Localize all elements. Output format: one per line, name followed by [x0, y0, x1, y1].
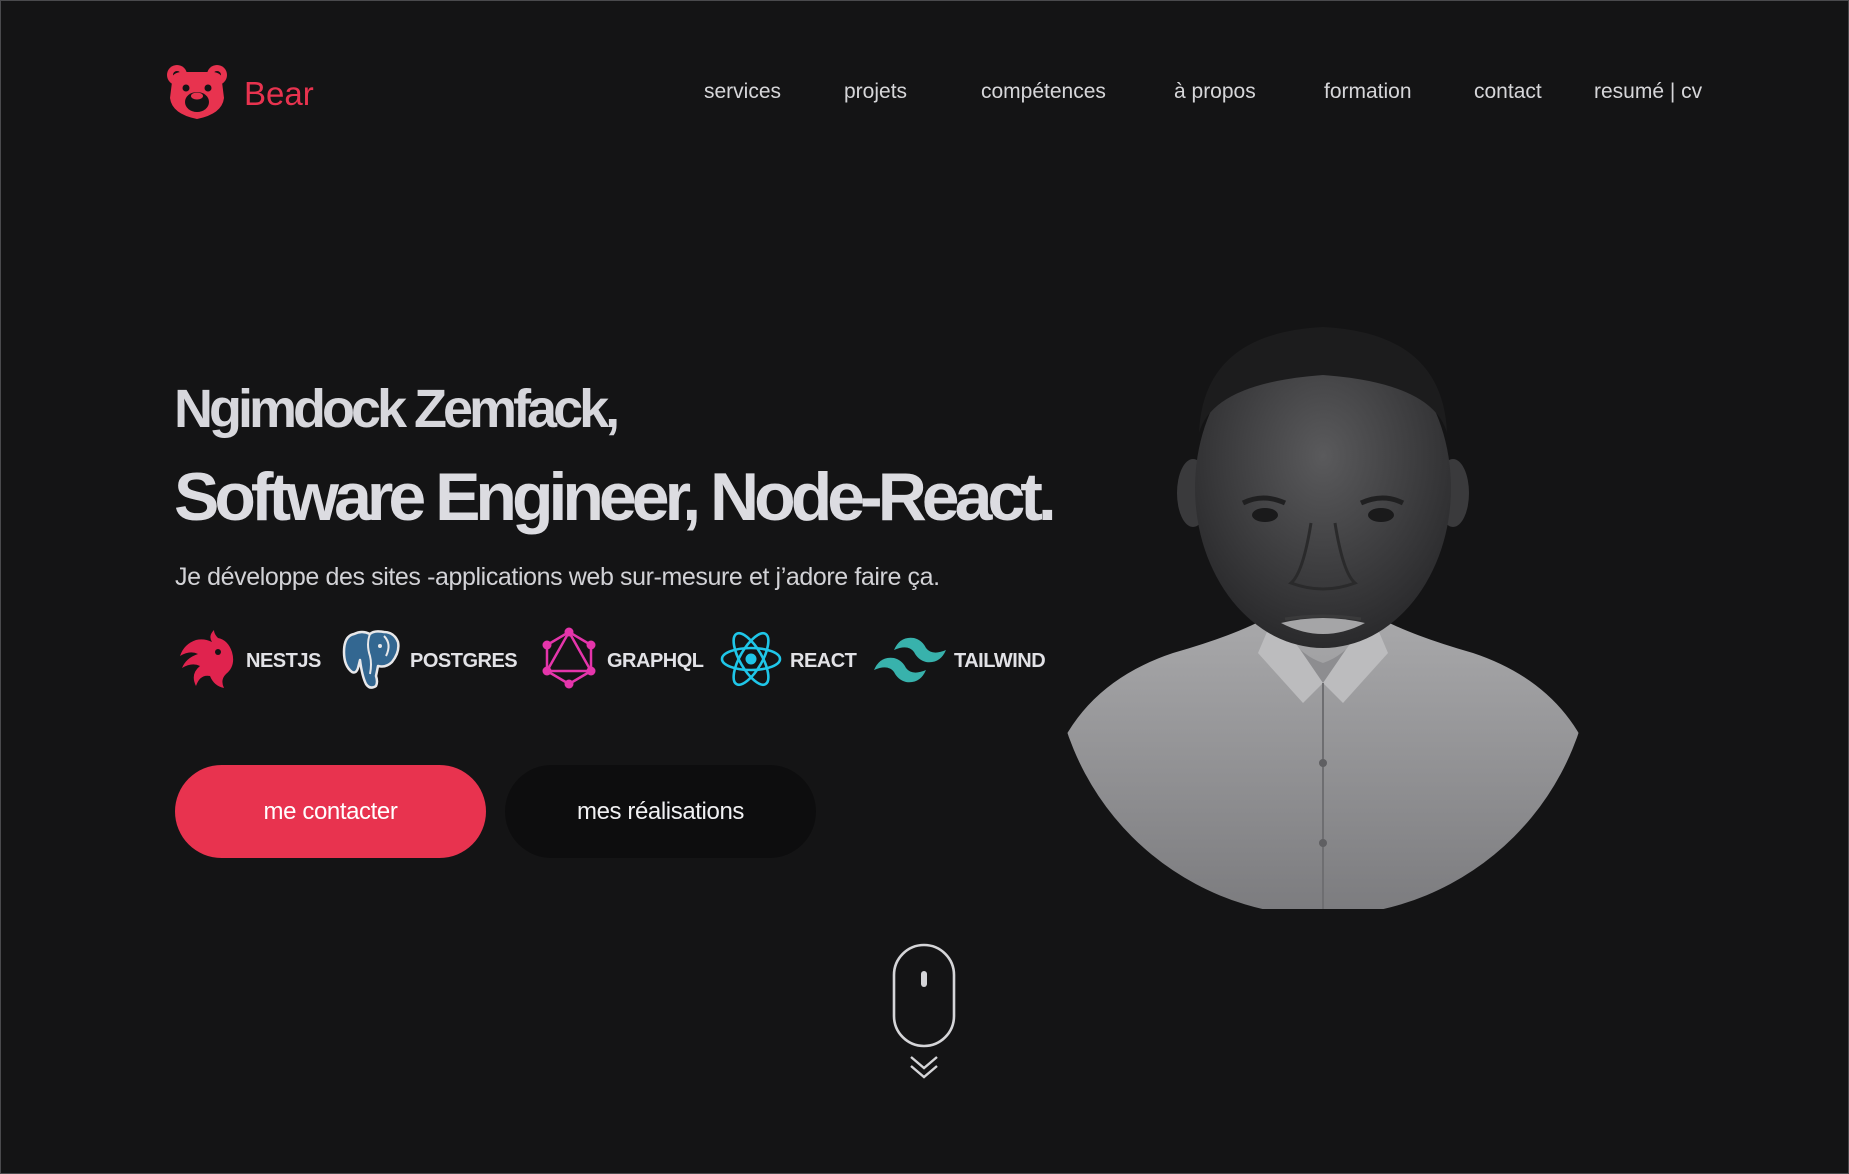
- postgres-elephant-icon: [340, 626, 404, 696]
- tech-label-graphql: GRAPHQL: [607, 649, 704, 672]
- tech-item-react: REACT: [718, 626, 857, 696]
- nav-formation[interactable]: formation: [1324, 80, 1412, 104]
- hero-tagline: Je développe des sites -applications web…: [175, 563, 940, 591]
- nestjs-icon: [174, 626, 240, 696]
- tech-item-tailwind: TAILWIND: [872, 626, 1046, 696]
- nav-a-propos[interactable]: à propos: [1174, 80, 1256, 104]
- nav-competences[interactable]: compétences: [981, 80, 1106, 104]
- hero-role: Software Engineer, Node-React.: [174, 459, 1057, 535]
- main-nav: services projets compétences à propos fo…: [0, 80, 1849, 110]
- mouse-scroll-icon[interactable]: [891, 942, 957, 1086]
- nav-contact[interactable]: contact: [1474, 80, 1542, 104]
- tech-item-postgres: POSTGRES: [340, 626, 518, 696]
- tech-label-tailwind: TAILWIND: [954, 649, 1046, 672]
- tech-label-react: REACT: [790, 649, 857, 672]
- hero-name: Ngimdock Zemfack,: [174, 379, 620, 439]
- tech-item-nestjs: NESTJS: [174, 626, 321, 696]
- tailwind-wave-icon: [872, 626, 948, 696]
- graphql-icon: [537, 626, 601, 696]
- contact-button[interactable]: me contacter: [175, 765, 486, 858]
- tech-label-nestjs: NESTJS: [246, 649, 321, 672]
- react-atom-icon: [718, 626, 784, 696]
- tech-label-postgres: POSTGRES: [410, 649, 518, 672]
- profile-photo: [1053, 323, 1593, 916]
- nav-projets[interactable]: projets: [844, 80, 907, 104]
- nav-resume-cv[interactable]: resumé | cv: [1594, 80, 1702, 104]
- portfolio-button[interactable]: mes réalisations: [505, 765, 816, 858]
- tech-item-graphql: GRAPHQL: [537, 626, 704, 696]
- nav-services[interactable]: services: [704, 80, 781, 104]
